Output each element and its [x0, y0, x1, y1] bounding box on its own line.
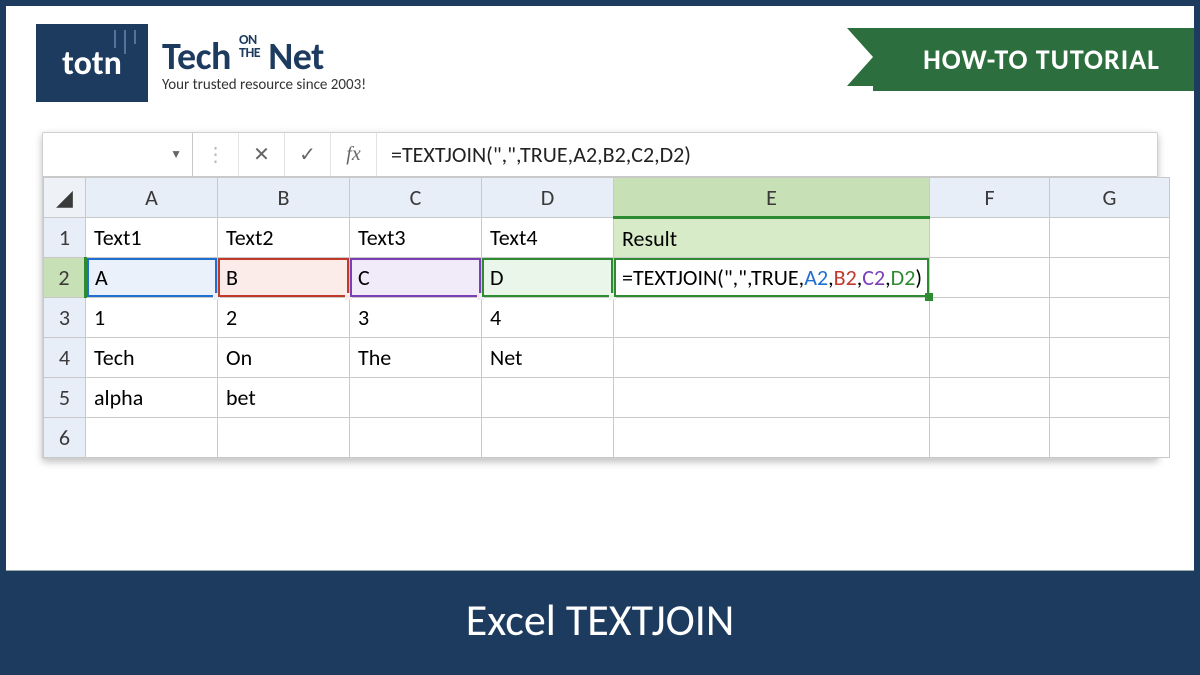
- formula-input[interactable]: =TEXTJOIN(",",TRUE,A2,B2,C2,D2): [377, 133, 1157, 176]
- table-row: 4 Tech On The Net: [44, 338, 1170, 378]
- cell-G2[interactable]: [1050, 258, 1170, 298]
- totn-badge: totn: [36, 24, 148, 102]
- cell-A1[interactable]: Text1: [86, 218, 218, 258]
- cell-E2[interactable]: =TEXTJOIN(",",TRUE,A2,B2,C2,D2): [614, 258, 930, 298]
- cell-B2[interactable]: B: [218, 258, 350, 298]
- col-header-D[interactable]: D: [482, 178, 614, 218]
- row-header-1[interactable]: 1: [44, 218, 86, 258]
- table-row: 1 Text1 Text2 Text3 Text4 Result: [44, 218, 1170, 258]
- cell-F3[interactable]: [930, 298, 1050, 338]
- cell-C6[interactable]: [350, 418, 482, 458]
- cell-A2[interactable]: A: [86, 258, 218, 298]
- cell-D1[interactable]: Text4: [482, 218, 614, 258]
- name-box-dropdown-icon[interactable]: ▼: [170, 147, 182, 162]
- cell-G6[interactable]: [1050, 418, 1170, 458]
- cell-F5[interactable]: [930, 378, 1050, 418]
- cell-C1[interactable]: Text3: [350, 218, 482, 258]
- col-header-B[interactable]: B: [218, 178, 350, 218]
- col-header-F[interactable]: F: [930, 178, 1050, 218]
- cell-B1[interactable]: Text2: [218, 218, 350, 258]
- cell-D4[interactable]: Net: [482, 338, 614, 378]
- fx-icon: fx: [346, 143, 360, 166]
- cell-G5[interactable]: [1050, 378, 1170, 418]
- cell-B3[interactable]: 2: [218, 298, 350, 338]
- table-row: 3 1 2 3 4: [44, 298, 1170, 338]
- row-header-6[interactable]: 6: [44, 418, 86, 458]
- cell-A5[interactable]: alpha: [86, 378, 218, 418]
- cell-C3[interactable]: 3: [350, 298, 482, 338]
- cell-B4[interactable]: On: [218, 338, 350, 378]
- col-header-G[interactable]: G: [1050, 178, 1170, 218]
- brand-logo: totn Tech ON THE Net Your trusted resour…: [36, 24, 366, 102]
- cell-E4[interactable]: [614, 338, 930, 378]
- row-header-4[interactable]: 4: [44, 338, 86, 378]
- cell-A4[interactable]: Tech: [86, 338, 218, 378]
- cell-F1[interactable]: [930, 218, 1050, 258]
- name-box[interactable]: ▼: [43, 133, 193, 176]
- cell-B6[interactable]: [218, 418, 350, 458]
- cell-G4[interactable]: [1050, 338, 1170, 378]
- cell-F2[interactable]: [930, 258, 1050, 298]
- formula-bar-separator: ⋮: [193, 133, 239, 176]
- title-banner: Excel TEXTJOIN: [6, 570, 1194, 669]
- col-header-C[interactable]: C: [350, 178, 482, 218]
- cell-C2[interactable]: C: [350, 258, 482, 298]
- col-header-A[interactable]: A: [86, 178, 218, 218]
- brand-title: Tech ON THE Net: [162, 33, 366, 80]
- cell-D5[interactable]: [482, 378, 614, 418]
- tutorial-ribbon: HOW-TO TUTORIAL: [873, 28, 1194, 91]
- formula-bar: ▼ ⋮ ✕ ✓ fx =TEXTJOIN(",",TRUE,A2,B2,C2,D…: [43, 133, 1157, 177]
- cancel-button[interactable]: ✕: [239, 133, 285, 176]
- cell-E3[interactable]: [614, 298, 930, 338]
- cell-B5[interactable]: bet: [218, 378, 350, 418]
- enter-button[interactable]: ✓: [285, 133, 331, 176]
- row-header-5[interactable]: 5: [44, 378, 86, 418]
- cell-D3[interactable]: 4: [482, 298, 614, 338]
- excel-window: ▼ ⋮ ✕ ✓ fx =TEXTJOIN(",",TRUE,A2,B2,C2,D…: [42, 132, 1158, 459]
- table-row: 5 alpha bet: [44, 378, 1170, 418]
- select-all-corner[interactable]: ◢: [44, 178, 86, 218]
- totn-badge-text: totn: [62, 43, 122, 84]
- cell-C5[interactable]: [350, 378, 482, 418]
- cell-C4[interactable]: The: [350, 338, 482, 378]
- banner-title: Excel TEXTJOIN: [466, 593, 735, 647]
- cell-F6[interactable]: [930, 418, 1050, 458]
- cell-G3[interactable]: [1050, 298, 1170, 338]
- cell-E6[interactable]: [614, 418, 930, 458]
- brand-tagline: Your trusted resource since 2003!: [162, 76, 366, 94]
- check-icon: ✓: [299, 142, 316, 167]
- table-row: 6: [44, 418, 1170, 458]
- col-header-E[interactable]: E: [614, 178, 930, 218]
- row-header-3[interactable]: 3: [44, 298, 86, 338]
- cell-F4[interactable]: [930, 338, 1050, 378]
- close-icon: ✕: [253, 142, 270, 167]
- cell-A3[interactable]: 1: [86, 298, 218, 338]
- row-header-2[interactable]: 2: [44, 258, 86, 298]
- table-row: 2 A B C D =TEXTJOIN(",",TRUE,A2,B2,C2,D2…: [44, 258, 1170, 298]
- cell-D2[interactable]: D: [482, 258, 614, 298]
- cell-D6[interactable]: [482, 418, 614, 458]
- cell-A6[interactable]: [86, 418, 218, 458]
- cell-G1[interactable]: [1050, 218, 1170, 258]
- spreadsheet-grid[interactable]: ◢ A B C D E F G 1 Text1 Text2 Text3 Text…: [43, 177, 1170, 458]
- insert-function-button[interactable]: fx: [331, 133, 377, 176]
- cell-E1[interactable]: Result: [614, 218, 930, 258]
- cell-E5[interactable]: [614, 378, 930, 418]
